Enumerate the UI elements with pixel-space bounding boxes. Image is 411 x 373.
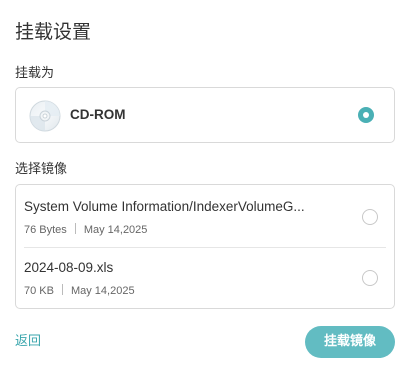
meta-divider <box>61 284 63 295</box>
file-size: 76 Bytes <box>24 224 67 236</box>
mount-as-label: 挂载为 <box>15 66 55 81</box>
dialog-title: 挂载设置 <box>15 21 92 43</box>
meta-divider <box>74 223 76 234</box>
file-name: System Volume Information/IndexerVolumeG… <box>24 199 305 214</box>
mount-option-label: CD-ROM <box>70 107 126 122</box>
image-file-list: System Volume Information/IndexerVolumeG… <box>15 184 395 309</box>
select-image-label: 选择镜像 <box>15 162 68 177</box>
back-link[interactable]: 返回 <box>15 334 41 350</box>
file-meta: 70 KB May 14,2025 <box>24 284 135 298</box>
file-date: May 14,2025 <box>83 224 148 236</box>
file-date: May 14,2025 <box>70 285 135 297</box>
file-radio[interactable] <box>362 270 378 286</box>
list-item[interactable]: 2024-08-09.xls 70 KB May 14,2025 <box>24 248 386 309</box>
file-size: 70 KB <box>24 285 54 297</box>
mount-settings-dialog: 挂载设置 挂载为 CD-ROM 选择镜像 System Volume Infor… <box>0 0 411 373</box>
file-radio[interactable] <box>362 209 378 225</box>
mount-image-button[interactable]: 挂载镜像 <box>305 326 395 358</box>
list-item[interactable]: System Volume Information/IndexerVolumeG… <box>24 185 386 248</box>
mount-option-radio-checked[interactable] <box>358 107 374 123</box>
file-name: 2024-08-09.xls <box>24 260 114 275</box>
cd-disc-icon <box>29 100 61 132</box>
file-meta: 76 Bytes May 14,2025 <box>24 223 147 237</box>
mount-option-cdrom[interactable]: CD-ROM <box>15 87 395 143</box>
